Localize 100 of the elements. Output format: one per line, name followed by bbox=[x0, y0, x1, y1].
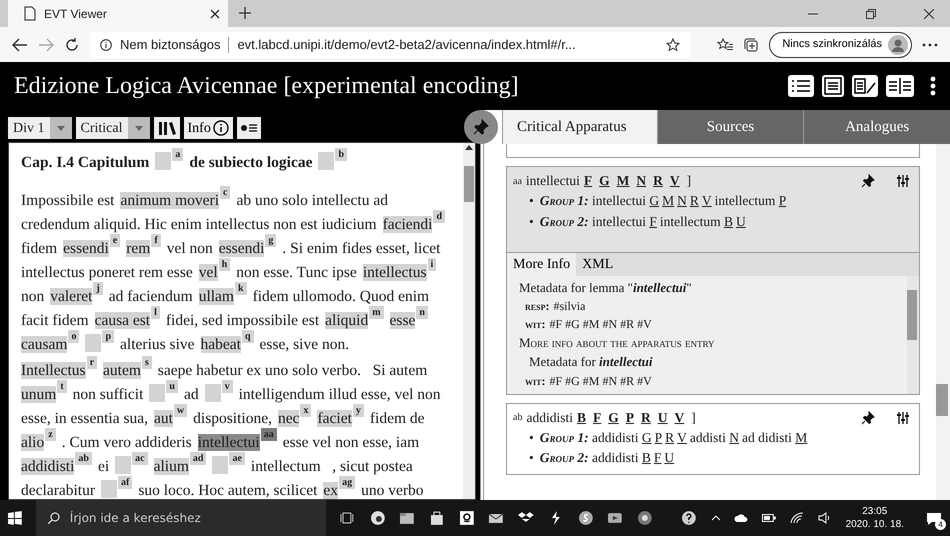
lemma-highlight[interactable]: rem bbox=[126, 240, 150, 257]
note-marker[interactable]: ac bbox=[132, 452, 148, 465]
note-marker[interactable]: d bbox=[433, 210, 446, 223]
clock-date[interactable]: 2020. 10. 18. bbox=[846, 518, 904, 531]
witness-link[interactable]: N bbox=[636, 171, 646, 192]
note-marker[interactable]: y bbox=[352, 404, 364, 417]
pin-button[interactable] bbox=[464, 110, 498, 144]
lemma-highlight[interactable]: aliquid bbox=[325, 312, 368, 329]
note-marker[interactable]: w bbox=[174, 404, 188, 417]
lacuna-marker[interactable] bbox=[149, 384, 166, 402]
witness-link[interactable]: F bbox=[584, 171, 592, 192]
panel-tab[interactable]: Analogues bbox=[803, 110, 950, 144]
edit-view-icon[interactable] bbox=[852, 75, 878, 97]
witness-link[interactable]: F bbox=[592, 408, 602, 428]
witness-link[interactable]: U bbox=[736, 214, 746, 228]
note-marker[interactable]: r bbox=[86, 356, 98, 369]
note-marker[interactable]: ag bbox=[339, 476, 356, 489]
lemma-highlight[interactable]: animum moveri bbox=[120, 192, 220, 209]
lemma-highlight[interactable]: addidisti bbox=[21, 458, 74, 475]
sliders-icon[interactable] bbox=[897, 174, 909, 188]
note-marker[interactable]: q bbox=[242, 330, 254, 343]
ring-icon[interactable] bbox=[637, 510, 653, 526]
dropdown-select[interactable]: Critical bbox=[76, 117, 150, 139]
list-view-icon[interactable] bbox=[788, 75, 814, 97]
task-view-icon[interactable] bbox=[340, 510, 356, 526]
scroll-thumb[interactable] bbox=[936, 384, 948, 416]
note-marker[interactable]: a bbox=[172, 148, 184, 161]
lemma-highlight[interactable]: causa est bbox=[94, 312, 150, 329]
lacuna-marker[interactable] bbox=[85, 334, 102, 352]
witness-link[interactable]: F bbox=[649, 214, 657, 228]
witness-link[interactable]: B bbox=[642, 450, 651, 465]
note-marker[interactable]: af bbox=[118, 476, 132, 489]
lemma-highlight[interactable]: intellectui bbox=[198, 434, 260, 451]
favorites-icon[interactable] bbox=[717, 38, 734, 52]
lemma-highlight[interactable]: faciendi bbox=[382, 216, 432, 233]
close-icon[interactable] bbox=[924, 9, 934, 19]
refresh-icon[interactable] bbox=[64, 36, 80, 52]
windows-start-icon[interactable] bbox=[8, 511, 22, 525]
lemma-highlight[interactable]: ullam bbox=[198, 288, 234, 305]
note-marker[interactable]: t bbox=[57, 380, 67, 393]
columns-view-icon[interactable] bbox=[886, 75, 914, 97]
caret-icon[interactable] bbox=[134, 126, 142, 130]
note-marker[interactable]: p bbox=[102, 330, 114, 343]
note-marker[interactable]: i bbox=[428, 258, 436, 271]
witness-link[interactable]: N bbox=[677, 193, 687, 208]
pin-icon[interactable] bbox=[861, 174, 875, 188]
note-marker[interactable]: aa bbox=[260, 428, 277, 441]
lemma-highlight[interactable]: autem bbox=[103, 362, 141, 379]
browser-icon[interactable] bbox=[370, 510, 386, 526]
lemma-highlight[interactable]: valeret bbox=[50, 288, 92, 305]
library-button[interactable] bbox=[154, 117, 180, 139]
witness-link[interactable]: U bbox=[664, 450, 674, 465]
witness-link[interactable]: R bbox=[653, 171, 663, 192]
clock-time[interactable]: 23:05 bbox=[846, 505, 904, 518]
note-marker[interactable]: g bbox=[265, 234, 276, 247]
lemma-highlight[interactable]: unum bbox=[21, 386, 56, 403]
text-view-icon[interactable] bbox=[822, 75, 844, 97]
lemma-highlight[interactable]: habeat bbox=[200, 336, 241, 353]
star-icon[interactable] bbox=[666, 38, 680, 52]
lemma-highlight[interactable]: ex bbox=[323, 482, 338, 499]
lacuna-marker[interactable] bbox=[204, 384, 221, 402]
scrollbar[interactable] bbox=[907, 276, 919, 394]
witness-link[interactable]: B bbox=[576, 408, 586, 428]
witness-link[interactable]: G bbox=[649, 193, 660, 208]
dropdown-select[interactable]: Div 1 bbox=[8, 117, 72, 139]
collections-icon[interactable] bbox=[743, 36, 760, 52]
battery-icon[interactable] bbox=[762, 514, 776, 522]
lacuna-marker[interactable] bbox=[155, 152, 172, 170]
witness-link[interactable]: G bbox=[599, 171, 610, 192]
note-marker[interactable]: j bbox=[93, 282, 103, 295]
lemma-highlight[interactable]: essendi bbox=[63, 240, 109, 257]
new-tab-icon[interactable] bbox=[238, 6, 252, 20]
lemma-highlight[interactable]: intellectus bbox=[362, 264, 427, 281]
witness-link[interactable]: V bbox=[670, 171, 680, 192]
witness-link[interactable]: R bbox=[665, 430, 674, 445]
folder-icon[interactable] bbox=[399, 510, 415, 526]
witness-link[interactable]: P bbox=[626, 408, 634, 428]
lemma-highlight[interactable]: Intellectus bbox=[21, 362, 86, 379]
note-marker[interactable]: l bbox=[151, 306, 160, 319]
witness-link[interactable]: M bbox=[662, 193, 674, 208]
note-marker[interactable]: c bbox=[220, 186, 230, 199]
note-marker[interactable]: h bbox=[218, 258, 230, 271]
scroll-thumb[interactable] bbox=[907, 290, 917, 340]
note-marker[interactable]: u bbox=[166, 380, 178, 393]
legend-button[interactable] bbox=[236, 117, 261, 139]
witness-link[interactable]: V bbox=[702, 193, 712, 208]
lacuna-marker[interactable] bbox=[318, 152, 334, 170]
lemma-highlight[interactable]: alio bbox=[21, 434, 44, 451]
note-marker[interactable]: v bbox=[222, 380, 233, 393]
speaker-icon[interactable] bbox=[818, 512, 832, 524]
search-field[interactable]: Írjon ide a kereséshez bbox=[36, 500, 326, 536]
note-marker[interactable]: ae bbox=[229, 452, 245, 465]
lemma-highlight[interactable]: vel bbox=[198, 264, 218, 281]
witness-link[interactable]: V bbox=[677, 430, 687, 445]
more-icon[interactable] bbox=[922, 42, 938, 46]
witness-link[interactable]: G bbox=[608, 408, 619, 428]
note-marker[interactable]: s bbox=[142, 356, 152, 369]
note-marker[interactable]: z bbox=[45, 428, 56, 441]
lemma-highlight[interactable]: nec bbox=[278, 410, 300, 427]
chevron-up-icon[interactable] bbox=[710, 515, 720, 521]
